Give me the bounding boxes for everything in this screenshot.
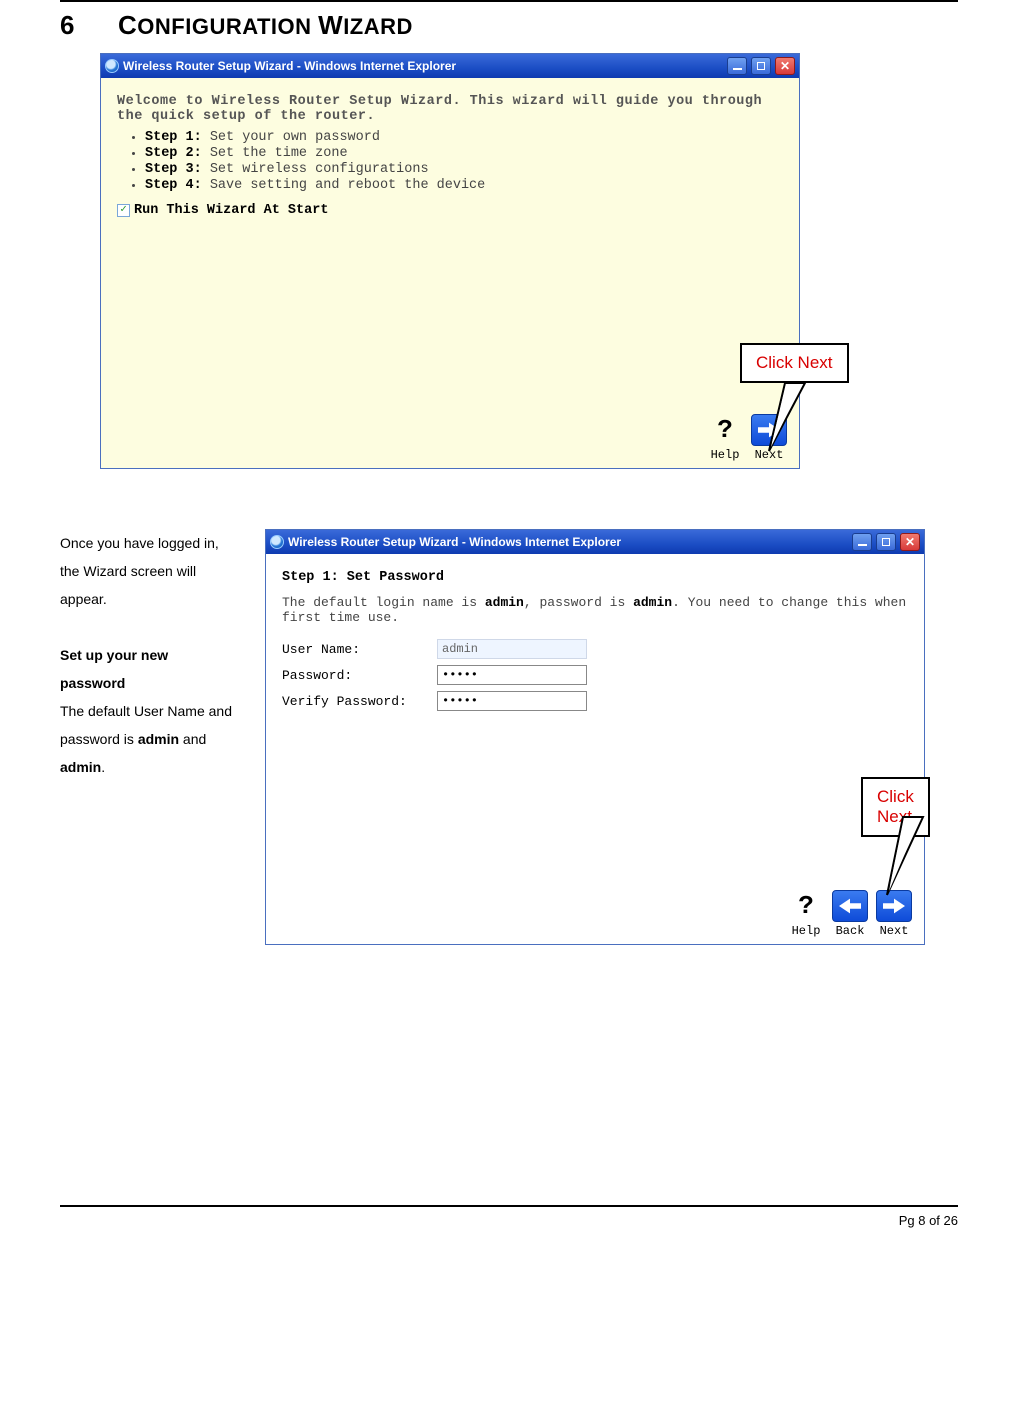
callout-tail-2 (883, 817, 923, 902)
side-p1: Once you have logged in, the Wizard scre… (60, 529, 235, 613)
password-row: Password: (282, 665, 908, 685)
wizard-intro-content: Welcome to Wireless Router Setup Wizard.… (101, 78, 799, 468)
welcome-text: Welcome to Wireless Router Setup Wizard.… (117, 94, 783, 124)
side-p3: The default User Name and password is ad… (60, 697, 235, 781)
section-2: Once you have logged in, the Wizard scre… (60, 529, 958, 945)
minimize-button[interactable] (727, 57, 747, 75)
minimize-button[interactable] (852, 533, 872, 551)
close-button[interactable]: ✕ (775, 57, 795, 75)
step1-blurb: The default login name is admin, passwor… (282, 595, 908, 625)
step-item: Step 1: Set your own password (145, 130, 783, 145)
chapter-number: 6 (60, 10, 90, 41)
step-item: Step 2: Set the time zone (145, 146, 783, 161)
page-footer: Pg 8 of 26 (60, 1207, 958, 1248)
username-input[interactable] (437, 639, 587, 659)
user-row: User Name: (282, 639, 908, 659)
screenshot-2-wrap: Wireless Router Setup Wizard - Windows I… (265, 529, 925, 945)
verify-password-input[interactable] (437, 691, 587, 711)
ie-icon (270, 535, 284, 549)
user-label: User Name: (282, 642, 437, 657)
step-item: Step 4: Save setting and reboot the devi… (145, 178, 783, 193)
top-rule (60, 0, 958, 2)
step-item: Step 3: Set wireless configurations (145, 162, 783, 177)
help-button[interactable]: ? Help (788, 890, 824, 938)
titlebar-2: Wireless Router Setup Wizard - Windows I… (266, 530, 924, 554)
chapter-heading: 6 CONFIGURATION WIZARD (60, 10, 958, 41)
run-wizard-checkbox[interactable]: ✓ (117, 204, 130, 217)
window-title-1: Wireless Router Setup Wizard - Windows I… (123, 59, 456, 73)
close-button[interactable]: ✕ (900, 533, 920, 551)
side-text: Once you have logged in, the Wizard scre… (60, 529, 235, 781)
titlebar-1: Wireless Router Setup Wizard - Windows I… (101, 54, 799, 78)
ie-window-2: Wireless Router Setup Wizard - Windows I… (265, 529, 925, 945)
steps-list: Step 1: Set your own password Step 2: Se… (131, 130, 783, 193)
verify-password-row: Verify Password: (282, 691, 908, 711)
password-label: Password: (282, 668, 437, 683)
question-icon: ? (707, 414, 743, 446)
help-label: Help (711, 448, 740, 462)
next-label: Next (880, 924, 909, 938)
back-label: Back (836, 924, 865, 938)
arrow-left-icon (832, 890, 868, 922)
help-button[interactable]: ? Help (707, 414, 743, 462)
maximize-button[interactable] (876, 533, 896, 551)
screenshot-1-wrap: Wireless Router Setup Wizard - Windows I… (100, 53, 958, 469)
window-title-2: Wireless Router Setup Wizard - Windows I… (288, 535, 621, 549)
chapter-title: CONFIGURATION WIZARD (118, 10, 413, 41)
callout-click-next-1: Click Next (740, 343, 849, 383)
ie-window-1: Wireless Router Setup Wizard - Windows I… (100, 53, 800, 469)
step1-title: Step 1: Set Password (282, 570, 908, 585)
ie-icon (105, 59, 119, 73)
run-wizard-label: Run This Wizard At Start (134, 203, 328, 218)
run-wizard-row: ✓ Run This Wizard At Start (117, 203, 783, 218)
side-p2: Set up your new password (60, 647, 168, 691)
maximize-button[interactable] (751, 57, 771, 75)
callout-tail-1 (765, 383, 805, 458)
wizard-step1-content: Step 1: Set Password The default login n… (266, 554, 924, 944)
verify-password-label: Verify Password: (282, 694, 437, 709)
password-input[interactable] (437, 665, 587, 685)
help-label: Help (792, 924, 821, 938)
question-icon: ? (788, 890, 824, 922)
back-button[interactable]: Back (832, 890, 868, 938)
